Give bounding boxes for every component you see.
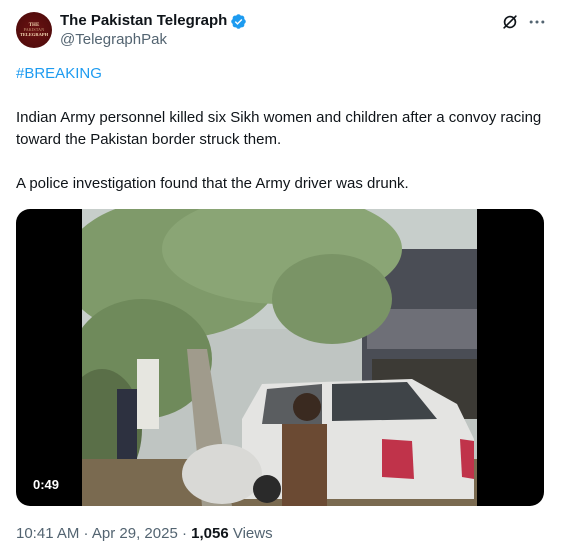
hashtag-link[interactable]: #BREAKING xyxy=(16,64,102,84)
author-name-row: The Pakistan Telegraph xyxy=(60,11,247,31)
video-thumbnail-image xyxy=(82,209,477,506)
author-handle[interactable]: @TelegraphPak xyxy=(60,31,167,49)
video-player[interactable]: 0:49 xyxy=(16,209,544,506)
post-date[interactable]: Apr 29, 2025 xyxy=(92,525,178,542)
meta-separator: · xyxy=(79,525,92,542)
verified-badge-icon[interactable] xyxy=(230,13,247,30)
post-text: Indian Army personnel killed six Sikh wo… xyxy=(16,107,546,195)
views-count: 1,056 xyxy=(191,525,229,542)
post-time[interactable]: 10:41 AM xyxy=(16,525,79,542)
avatar[interactable]: THE PAKISTAN TELEGRAPH xyxy=(16,12,52,48)
post-meta: 10:41 AM · Apr 29, 2025 · 1,056 Views xyxy=(16,524,273,544)
post-paragraph: Indian Army personnel killed six Sikh wo… xyxy=(16,109,542,148)
more-options-icon[interactable] xyxy=(527,12,547,32)
video-duration-badge: 0:49 xyxy=(27,475,66,495)
video-frame[interactable] xyxy=(82,209,477,506)
grok-icon[interactable] xyxy=(500,12,520,32)
avatar-text-telegraph: TELEGRAPH xyxy=(19,32,49,37)
views-label: Views xyxy=(228,525,273,542)
author-display-name[interactable]: The Pakistan Telegraph xyxy=(60,11,227,31)
post-paragraph: A police investigation found that the Ar… xyxy=(16,175,409,192)
meta-separator: · xyxy=(177,525,192,542)
